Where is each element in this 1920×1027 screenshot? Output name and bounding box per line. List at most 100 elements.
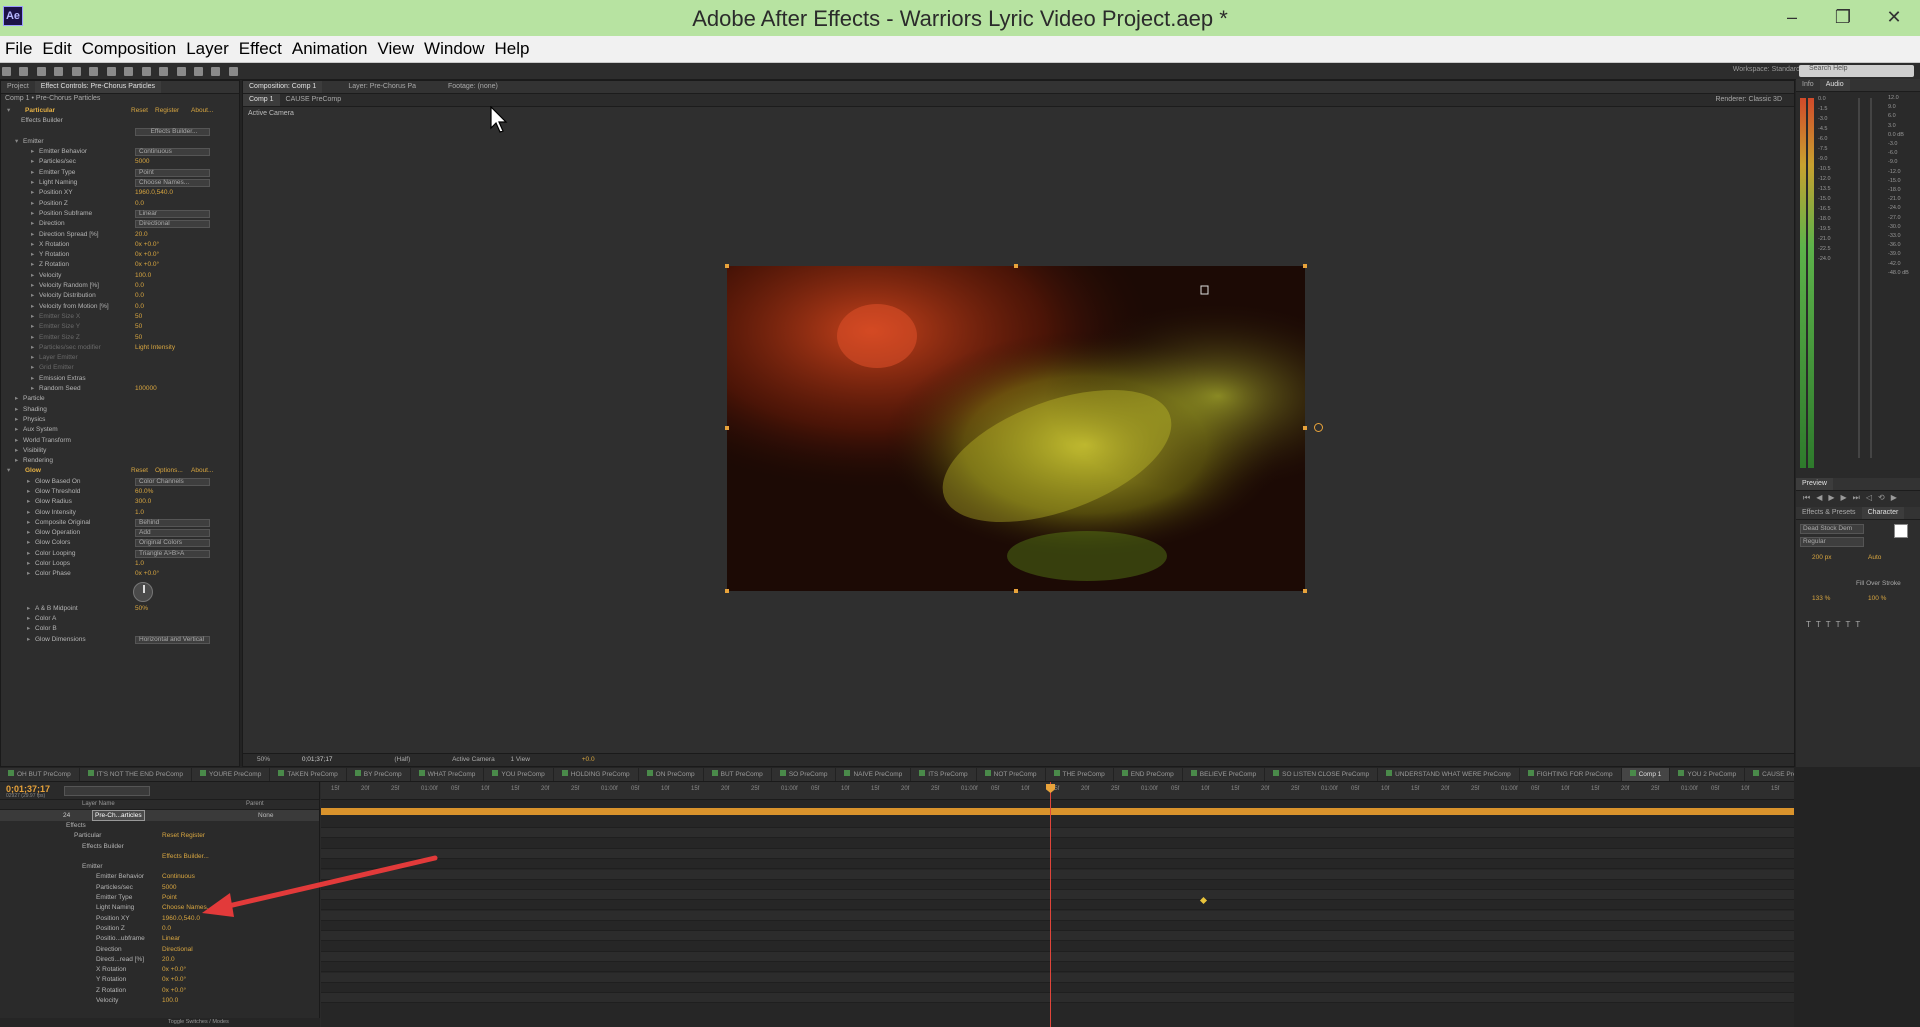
timeline-tab[interactable]: TAKEN PreComp — [270, 768, 347, 781]
layer-name[interactable]: Pre-Ch...articles — [92, 810, 145, 821]
expand-triangle-icon[interactable]: ▸ — [15, 415, 18, 425]
timeline-tab[interactable]: WHAT PreComp — [411, 768, 485, 781]
expand-triangle-icon[interactable]: ▸ — [31, 374, 34, 384]
expand-triangle-icon[interactable]: ▸ — [31, 281, 34, 291]
menu-composition[interactable]: Composition — [79, 36, 180, 62]
ec-rows-value[interactable]: 50 — [135, 312, 142, 322]
expand-triangle-icon[interactable]: ▸ — [31, 312, 34, 322]
frame-handle-bc[interactable] — [1014, 589, 1018, 593]
tab-effect-controls[interactable]: Effect Controls: Pre-Chorus Particles — [34, 81, 162, 93]
menu-help[interactable]: Help — [492, 36, 533, 62]
text-style-buttons[interactable]: TTTTTT — [1806, 620, 1865, 629]
timeline-graph[interactable]: 15f 20f 25f 01:00f 05f 10f 15f 20f 25f 01:00f 05f 1… — [321, 782, 1794, 1027]
workspace-selector[interactable]: Workspace: Standard — [1733, 66, 1800, 73]
views-dropdown[interactable]: 1 View — [511, 756, 530, 763]
expand-triangle-icon[interactable]: ▸ — [27, 508, 30, 518]
timeline-tab[interactable]: Comp 1 — [1621, 768, 1671, 781]
ec-rows-value[interactable]: Directional — [135, 220, 210, 229]
ec-rows-value[interactable]: 0.0 — [135, 281, 144, 291]
ec-rows-value[interactable]: 100.0 — [135, 271, 151, 281]
play-icon[interactable]: ▶ — [1828, 493, 1834, 502]
effects-builder-button[interactable]: Effects Builder... — [135, 127, 210, 136]
timeline-property-value[interactable]: Reset Register — [162, 831, 205, 841]
timeline-tab[interactable]: SO LISTEN CLOSE PreComp — [1265, 768, 1379, 781]
selection-tool-icon[interactable] — [2, 67, 11, 76]
minimize-button[interactable]: – — [1772, 4, 1812, 30]
ec-rows-value[interactable]: Linear — [135, 209, 210, 218]
frame-handle-br[interactable] — [1303, 589, 1307, 593]
timeline-property-value[interactable]: 0x +0.0° — [162, 986, 186, 996]
frame-handle-ml[interactable] — [725, 426, 729, 430]
tab-character[interactable]: Character — [1861, 507, 1905, 519]
expand-triangle-icon[interactable]: ▸ — [15, 405, 18, 415]
timeline-tab[interactable]: BELIEVE PreComp — [1183, 768, 1266, 781]
menu-animation[interactable]: Animation — [289, 36, 371, 62]
glow-effect-header[interactable]: ▾ Glow Reset Options... About... — [5, 466, 239, 476]
timeline-property-value[interactable]: 0x +0.0° — [162, 975, 186, 985]
glow-rows-value[interactable]: 1.0 — [135, 508, 144, 518]
last-frame-icon[interactable]: ⏭ — [1853, 493, 1860, 503]
expand-triangle-icon[interactable]: ▸ — [27, 528, 30, 538]
prev-frame-icon[interactable]: ◀ — [1816, 493, 1822, 502]
glow-rows-value[interactable]: Behind — [135, 518, 210, 527]
timeline-property-value[interactable]: 100.0 — [162, 996, 178, 1006]
ec-rows-value[interactable]: Point — [135, 168, 210, 177]
expand-triangle-icon[interactable]: ▸ — [31, 199, 34, 209]
timeline-tab[interactable]: YOURE PreComp — [192, 768, 271, 781]
tab-footage[interactable]: Footage: (none) — [442, 81, 504, 93]
timeline-property-value[interactable]: Directional — [162, 945, 193, 955]
fill-color-swatch[interactable] — [1894, 524, 1908, 538]
menu-effect[interactable]: Effect — [236, 36, 285, 62]
timeline-property-row[interactable]: Position Z 0.0 — [0, 924, 319, 934]
maximize-button[interactable]: ❐ — [1823, 4, 1863, 30]
expand-triangle-icon[interactable]: ▸ — [31, 250, 34, 260]
particular-effect-header[interactable]: ▾ Particular Reset Register About... — [5, 106, 239, 116]
expand-triangle-icon[interactable]: ▸ — [31, 188, 34, 198]
ec-rows-value[interactable]: 0.0 — [135, 302, 144, 312]
audio-slider-track-right[interactable] — [1870, 98, 1872, 458]
camera-dropdown[interactable]: Active Camera — [452, 756, 495, 763]
timeline-tab[interactable]: NAIVE PreComp — [836, 768, 912, 781]
timeline-tab[interactable]: BUT PreComp — [704, 768, 772, 781]
expand-triangle-icon[interactable]: ▸ — [31, 363, 34, 373]
glow-options-link[interactable]: Options... — [155, 466, 183, 476]
ram-preview-icon[interactable]: ▶ — [1891, 493, 1897, 502]
roto-brush-tool-icon[interactable] — [211, 67, 221, 76]
ec-rows-value[interactable]: 5000 — [135, 157, 149, 167]
timeline-tab[interactable]: ON PreComp — [639, 768, 704, 781]
timeline-tab[interactable]: UNDERSTAND WHAT WERE PreComp — [1378, 768, 1520, 781]
timeline-property-value[interactable]: Linear — [162, 934, 180, 944]
expand-triangle-icon[interactable]: ▸ — [27, 487, 30, 497]
ec-rows-value[interactable]: 0.0 — [135, 199, 144, 209]
timeline-tab[interactable]: IT'S NOT THE END PreComp — [80, 768, 192, 781]
timeline-tab[interactable]: ITS PreComp — [911, 768, 977, 781]
zoom-tool-icon[interactable] — [36, 67, 46, 76]
glow-rows2-value[interactable]: 50% — [135, 604, 148, 614]
tab-preview[interactable]: Preview — [1796, 478, 1833, 490]
expand-triangle-icon[interactable]: ▸ — [27, 559, 30, 569]
vertical-scale-value[interactable]: 133 % — [1812, 595, 1830, 602]
ec-rows-value[interactable]: Light Intensity — [135, 343, 175, 353]
shape-tool-icon[interactable] — [106, 67, 116, 76]
timeline-property-row[interactable]: Directi...read [%] 20.0 — [0, 955, 319, 965]
expand-triangle-icon[interactable]: ▸ — [31, 291, 34, 301]
glow-rows-value[interactable]: 300.0 — [135, 497, 151, 507]
horizontal-scale-value[interactable]: 100 % — [1868, 595, 1886, 602]
menu-layer[interactable]: Layer — [183, 36, 232, 62]
glow-rows-value[interactable]: Triangle A>B>A — [135, 549, 210, 558]
glow-rows-value[interactable]: 0x +0.0° — [135, 569, 159, 579]
current-time-indicator[interactable] — [1050, 782, 1051, 1027]
timeline-tab[interactable]: YOU 2 PreComp — [1670, 768, 1746, 781]
timeline-property-row[interactable]: Effects — [0, 821, 319, 831]
frame-handle-tc[interactable] — [1014, 264, 1018, 268]
puppet-tool-icon[interactable] — [228, 67, 238, 76]
timeline-property-value[interactable]: Point — [162, 893, 177, 903]
expand-triangle-icon[interactable]: ▸ — [27, 549, 30, 559]
ec-rows-value[interactable]: Choose Names... — [135, 179, 210, 188]
expand-triangle-icon[interactable]: ▸ — [27, 518, 30, 528]
expand-triangle-icon[interactable]: ▸ — [15, 446, 18, 456]
expand-triangle-icon[interactable]: ▸ — [27, 497, 30, 507]
timeline-tab[interactable]: OH BUT PreComp — [0, 768, 80, 781]
timeline-tab[interactable]: END PreComp — [1114, 768, 1183, 781]
audio-slider-track-left[interactable] — [1858, 98, 1860, 458]
